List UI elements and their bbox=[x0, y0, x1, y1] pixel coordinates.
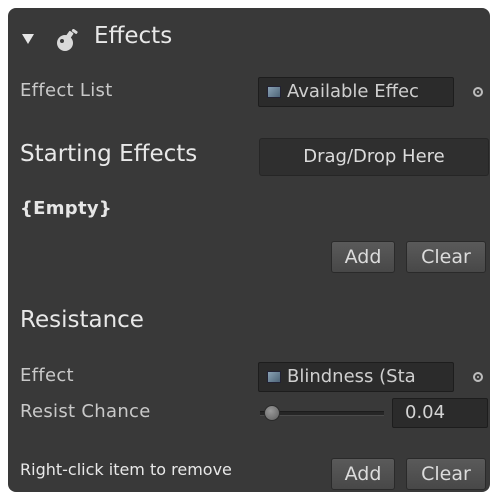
object-picker-icon[interactable] bbox=[473, 87, 483, 97]
resist-chance-label: Resist Chance bbox=[20, 401, 151, 422]
object-picker-icon[interactable] bbox=[473, 372, 483, 382]
scriptable-object-icon bbox=[267, 86, 281, 98]
drag-drop-zone[interactable]: Drag/Drop Here bbox=[259, 138, 489, 176]
clear-resistance-button[interactable]: Clear bbox=[406, 458, 486, 490]
effect-list-label: Effect List bbox=[20, 80, 113, 101]
section-title: Effects bbox=[94, 23, 173, 49]
potion-icon bbox=[57, 29, 78, 51]
empty-list-text: {Empty} bbox=[20, 198, 113, 219]
resistance-effect-field[interactable]: Blindness (Sta bbox=[258, 362, 454, 392]
remove-hint-text: Right-click item to remove bbox=[20, 460, 232, 479]
effect-list-field[interactable]: Available Effec bbox=[258, 77, 454, 107]
starting-effects-label: Starting Effects bbox=[20, 141, 198, 167]
resist-chance-value-field[interactable]: 0.04 bbox=[392, 398, 488, 428]
resist-chance-slider-thumb[interactable] bbox=[264, 405, 281, 421]
add-resistance-button[interactable]: Add bbox=[331, 458, 395, 490]
foldout-arrow-icon[interactable] bbox=[22, 34, 34, 44]
resistance-effect-value: Blindness (Sta bbox=[287, 366, 416, 387]
clear-starting-effects-button[interactable]: Clear bbox=[406, 241, 486, 273]
resistance-heading: Resistance bbox=[20, 307, 144, 333]
resistance-effect-label: Effect bbox=[20, 365, 74, 386]
effect-list-value: Available Effec bbox=[287, 81, 419, 102]
effects-panel: Effects Effect List Available Effec Star… bbox=[8, 8, 490, 492]
scriptable-object-icon bbox=[267, 371, 281, 383]
add-starting-effect-button[interactable]: Add bbox=[331, 241, 395, 273]
